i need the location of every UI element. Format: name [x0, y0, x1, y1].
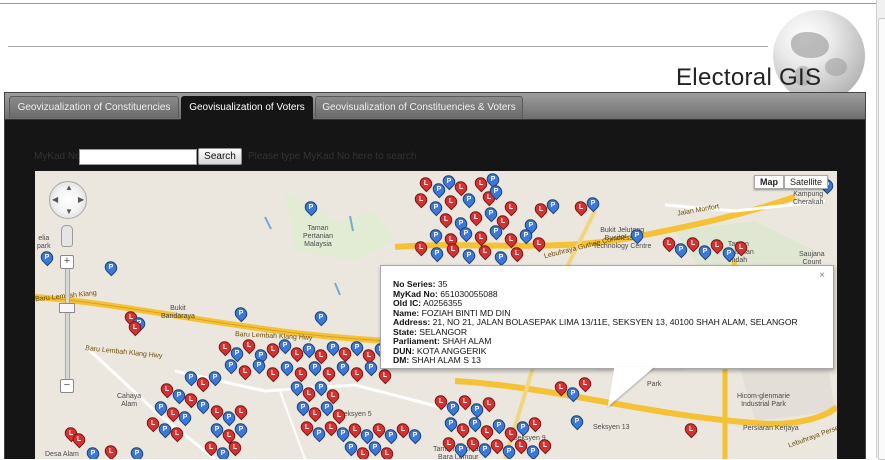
header-divider	[8, 46, 768, 47]
place-label: Cahaya Alam	[117, 393, 142, 408]
top-border	[0, 3, 876, 4]
map-type-satellite-button[interactable]: Satellite	[784, 175, 829, 189]
voter-map[interactable]: Taman Pertanian Malaysia Bukit Bandaraya Bu…	[35, 171, 837, 459]
map-type-control: Map Satellite	[754, 175, 829, 189]
vertical-scrollbar[interactable]	[876, 0, 885, 460]
zoom-slider-handle[interactable]	[59, 303, 75, 313]
zoom-slider-track[interactable]	[65, 263, 70, 385]
mykad-search-input[interactable]	[79, 149, 197, 165]
place-label: elia park	[37, 235, 51, 250]
place-label: Bukit Bandaraya	[161, 305, 195, 320]
voter-details: No Series: 35 MyKad No: 651030055088 Old…	[393, 279, 798, 366]
tab-geovisualization-voters[interactable]: Geovisualization of Voters	[181, 96, 313, 120]
place-label: Persiaran Kerjaya	[743, 425, 799, 432]
voter-info-window: × No Series: 35 MyKad No: 651030055088 O…	[380, 265, 834, 407]
zoom-in-button[interactable]: +	[60, 255, 74, 269]
place-label: Hicom-glenmarie Industrial Park	[737, 393, 790, 408]
search-button[interactable]: Search	[198, 148, 242, 165]
tab-geovisualization-constituencies[interactable]: Geovizualization of Constituencies	[9, 96, 179, 118]
place-label: Taman Pertanian Malaysia	[303, 225, 333, 248]
field-dm: DM: SHAH ALAM S 13	[393, 355, 481, 365]
map-type-map-button[interactable]: Map	[754, 175, 784, 189]
place-label: Seksyen 13	[593, 424, 630, 431]
close-icon[interactable]: ×	[819, 270, 825, 281]
tab-bar: Geovizualization of Constituencies Geovi…	[5, 93, 865, 120]
main-panel: Geovizualization of Constituencies Geovi…	[4, 92, 866, 459]
tab-geovisualization-constituencies-voters[interactable]: Geovisualization of Constituencies & Vot…	[315, 96, 523, 118]
zoom-out-button[interactable]: −	[60, 379, 74, 393]
brand-title: Electoral GIS	[676, 64, 822, 91]
place-label: Park	[647, 381, 662, 388]
pan-control[interactable]: ▲ ▼ ◀ ▶	[49, 181, 87, 219]
place-label: Kampung Cherakah	[793, 191, 824, 206]
street-view-pegman-icon[interactable]	[61, 225, 73, 247]
scrollbar-thumb[interactable]	[878, 18, 885, 460]
search-hint: Please type MyKad No here to search	[248, 151, 417, 162]
